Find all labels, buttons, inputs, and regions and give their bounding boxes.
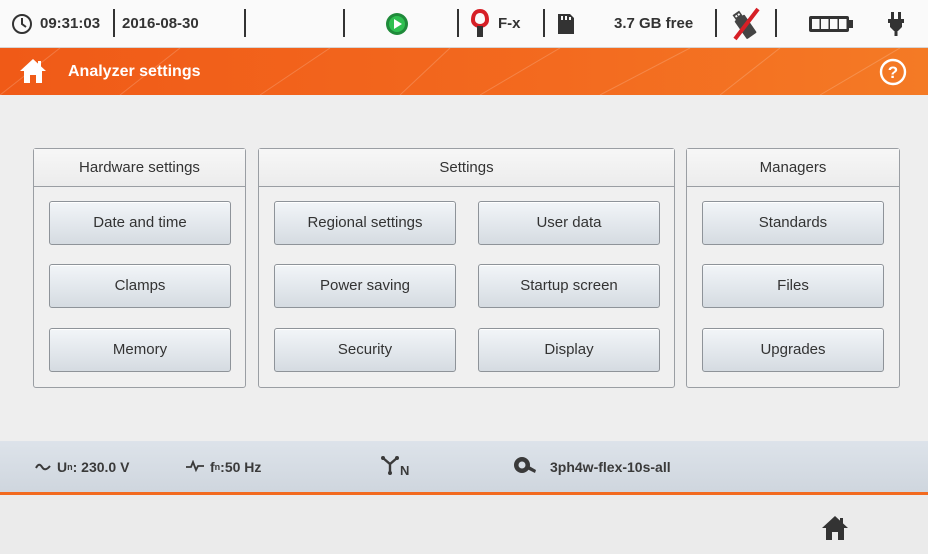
power-plug-icon bbox=[887, 0, 905, 47]
usb-disconnected-icon bbox=[728, 0, 766, 47]
voltage-value: : 230.0 V bbox=[72, 458, 130, 475]
neutral-label: N bbox=[400, 463, 410, 478]
home-icon[interactable] bbox=[821, 515, 849, 546]
startup-screen-button[interactable]: Startup screen bbox=[478, 264, 660, 308]
security-button[interactable]: Security bbox=[274, 328, 456, 372]
status-bar: 09:31:03 2016-08-30 F-x 3.7 GB free bbox=[0, 0, 928, 48]
record-icon[interactable] bbox=[385, 0, 409, 47]
nominal-frequency: f n:50 Hz bbox=[186, 441, 261, 492]
managers-group: Managers Standards Files Upgrades bbox=[686, 148, 900, 388]
voltage-label: U bbox=[57, 458, 68, 475]
svg-text:?: ? bbox=[888, 63, 898, 82]
settings-group: Settings Regional settings User data Pow… bbox=[258, 148, 675, 388]
network-type: N bbox=[380, 441, 409, 492]
config-name: 3ph4w-flex-10s-all bbox=[550, 458, 671, 475]
user-data-button[interactable]: User data bbox=[478, 201, 660, 245]
files-button[interactable]: Files bbox=[702, 264, 884, 308]
display-button[interactable]: Display bbox=[478, 328, 660, 372]
upgrades-button[interactable]: Upgrades bbox=[702, 328, 884, 372]
info-bar: Un: 230.0 V f n:50 Hz N 3ph4w-flex-10s-al… bbox=[0, 441, 928, 492]
clock-icon bbox=[11, 0, 33, 47]
memory-button[interactable]: Memory bbox=[49, 328, 231, 372]
frequency-value: :50 Hz bbox=[220, 458, 262, 475]
title-bar: Analyzer settings ? bbox=[0, 48, 928, 95]
managers-title: Managers bbox=[687, 149, 899, 187]
help-icon[interactable]: ? bbox=[879, 58, 907, 91]
bottom-bar bbox=[0, 495, 928, 554]
measurement-configuration: 3ph4w-flex-10s-all bbox=[513, 441, 671, 492]
storage-free: 3.7 GB free bbox=[614, 15, 694, 32]
clamps-button[interactable]: Clamps bbox=[49, 264, 231, 308]
regional-settings-button[interactable]: Regional settings bbox=[274, 201, 456, 245]
standards-button[interactable]: Standards bbox=[702, 201, 884, 245]
page-title: Analyzer settings bbox=[68, 63, 201, 80]
wye-network-icon bbox=[380, 455, 400, 478]
config-tool-icon bbox=[513, 455, 537, 478]
hardware-settings-title: Hardware settings bbox=[34, 149, 245, 187]
status-time: 09:31:03 bbox=[40, 15, 101, 32]
hardware-settings-group: Hardware settings Date and time Clamps M… bbox=[33, 148, 246, 388]
date-and-time-button[interactable]: Date and time bbox=[49, 201, 231, 245]
clamp-icon bbox=[470, 0, 490, 47]
home-icon[interactable] bbox=[19, 58, 47, 89]
nominal-voltage: Un: 230.0 V bbox=[35, 441, 129, 492]
sine-wave-icon bbox=[35, 459, 51, 475]
clamp-type: F-x bbox=[498, 15, 521, 32]
settings-title: Settings bbox=[259, 149, 674, 187]
battery-icon bbox=[808, 0, 854, 47]
status-date: 2016-08-30 bbox=[122, 15, 199, 32]
frequency-icon bbox=[186, 459, 204, 475]
sd-card-icon bbox=[557, 0, 575, 47]
power-saving-button[interactable]: Power saving bbox=[274, 264, 456, 308]
